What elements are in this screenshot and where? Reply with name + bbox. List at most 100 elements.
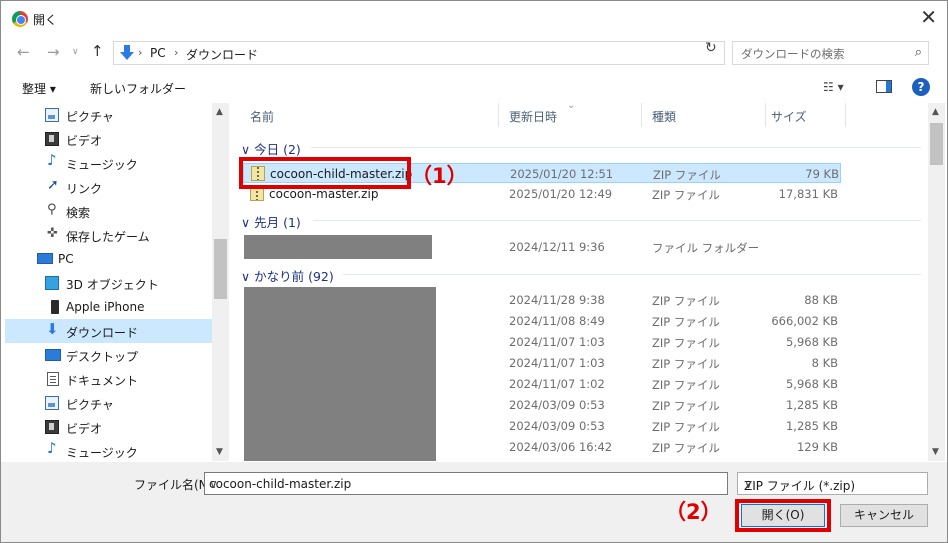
file-type: ZIP ファイル — [652, 294, 720, 308]
sidebar-item-videos[interactable]: ビデオ — [5, 415, 212, 439]
sidebar-item-searches[interactable]: ⚲ 検索 — [5, 199, 212, 223]
breadcrumb-downloads[interactable]: ダウンロード — [186, 46, 258, 63]
file-size: 1,285 KB — [785, 398, 838, 412]
sidebar-item-music[interactable]: ♪ ミュージック — [5, 439, 212, 461]
scroll-down-icon[interactable]: ▼ — [216, 447, 223, 457]
file-size: 79 KB — [805, 167, 839, 181]
sidebar-item-pc[interactable]: PC — [5, 247, 212, 271]
sidebar-item-music[interactable]: ♪ ミュージック — [5, 151, 212, 175]
sidebar-item-label: PC — [58, 252, 74, 266]
command-bar: 整理 ▾ 新しいフォルダー ☷ ▾ ? — [1, 71, 947, 103]
pictures-icon — [45, 108, 59, 122]
sidebar-item-pictures[interactable]: ピクチャ — [5, 391, 212, 415]
file-type: ZIP ファイル — [652, 378, 720, 392]
table-row[interactable]: 2024/12/11 9:36 ファイル フォルダー — [243, 237, 841, 257]
sidebar-item-links[interactable]: ➚ リンク — [5, 175, 212, 199]
file-date: 2024/12/11 9:36 — [509, 240, 605, 254]
file-type: ZIP ファイル — [652, 188, 720, 202]
sidebar-item-videos[interactable]: ビデオ — [5, 127, 212, 151]
file-date: 2025/01/20 12:49 — [509, 187, 613, 201]
cancel-button[interactable]: キャンセル — [840, 504, 928, 527]
scroll-up-icon[interactable]: ▲ — [216, 107, 223, 117]
table-row[interactable]: 2024/03/09 0:53 ZIP ファイル 1,285 KB — [243, 395, 841, 415]
navigation-scrollbar[interactable]: ▲ ▼ — [212, 103, 229, 461]
filetype-select[interactable]: ZIP ファイル (*.zip) ∨ — [737, 472, 928, 495]
new-folder-button[interactable]: 新しいフォルダー — [90, 80, 186, 97]
organize-menu[interactable]: 整理 ▾ — [22, 80, 56, 97]
link-icon: ➚ — [47, 177, 59, 193]
up-icon[interactable]: ↑ — [91, 42, 104, 60]
group-header-last-month[interactable]: ∨ 先月 (1) — [241, 212, 301, 231]
breadcrumb-separator: › — [174, 46, 179, 59]
search-placeholder: ダウンロードの検索 — [741, 47, 845, 61]
table-row[interactable]: 2024/11/08 8:49 ZIP ファイル 666,002 KB — [243, 311, 841, 331]
file-date: 2025/01/20 12:51 — [510, 167, 614, 181]
scroll-up-icon[interactable]: ▲ — [932, 107, 939, 117]
table-row[interactable]: 2024/11/28 9:38 ZIP ファイル 88 KB — [243, 290, 841, 310]
breadcrumb-separator: › — [138, 46, 143, 59]
file-date: 2024/03/09 0:53 — [509, 398, 605, 412]
sidebar-item-label: ミュージック — [66, 158, 138, 172]
column-size[interactable]: サイズ — [771, 108, 807, 125]
file-size: 8 KB — [811, 356, 838, 370]
table-row[interactable]: 2024/11/07 1:03 ZIP ファイル 8 KB — [243, 353, 841, 373]
music-icon: ♪ — [47, 439, 57, 457]
address-bar[interactable]: › PC › ダウンロード ∨ — [113, 41, 803, 65]
sidebar-item-label: 検索 — [66, 206, 91, 220]
help-icon[interactable]: ? — [912, 78, 930, 96]
sidebar-item-downloads[interactable]: ⬇ ダウンロード — [5, 319, 212, 343]
scrollbar-thumb[interactable] — [930, 123, 943, 165]
sidebar-item-label: ビデオ — [66, 422, 103, 436]
close-icon[interactable]: ✕ — [920, 7, 937, 27]
column-type[interactable]: 種類 — [652, 108, 676, 125]
file-size: 5,968 KB — [785, 335, 838, 349]
sidebar-item-iphone[interactable]: Apple iPhone — [5, 295, 212, 319]
group-header-today[interactable]: ∨ 今日 (2) — [241, 139, 301, 158]
address-row: ← → ∨ ↑ › PC › ダウンロード ∨ ↻ ダウンロードの検索 ⌕ — [1, 37, 947, 69]
sort-indicator-icon: ⌄ — [567, 103, 576, 111]
sidebar-item-documents[interactable]: ドキュメント — [5, 367, 212, 391]
dialog-footer: ファイル名(N): cocoon-child-master.zip ∨ ZIP … — [1, 462, 947, 542]
search-input[interactable]: ダウンロードの検索 ⌕ — [732, 41, 929, 65]
sidebar-item-3d-objects[interactable]: 3D オブジェクト — [5, 271, 212, 295]
pictures-icon — [45, 396, 59, 410]
scroll-down-icon[interactable]: ▼ — [932, 447, 939, 457]
file-type: ZIP ファイル — [653, 168, 721, 182]
file-size: 88 KB — [804, 293, 838, 307]
sidebar-item-desktop[interactable]: デスクトップ — [5, 343, 212, 367]
filename-input[interactable]: cocoon-child-master.zip ∨ — [204, 472, 728, 495]
table-row[interactable]: 2024/11/07 1:02 ZIP ファイル 5,968 KB — [243, 374, 841, 394]
column-name[interactable]: 名前 — [250, 108, 274, 125]
sidebar-item-label: デスクトップ — [66, 350, 139, 364]
chevron-down-icon[interactable]: ∨ — [744, 477, 923, 491]
sidebar-item-label: ピクチャ — [66, 110, 114, 124]
column-date[interactable]: 更新日時 — [509, 108, 557, 125]
table-row[interactable]: 2024/03/06 16:42 ZIP ファイル 129 KB — [243, 437, 841, 457]
group-header-long-ago[interactable]: ∨ かなり前 (92) — [241, 266, 334, 285]
sidebar-item-pictures[interactable]: ピクチャ — [5, 103, 212, 127]
documents-icon — [47, 372, 59, 386]
preview-pane-icon[interactable] — [876, 80, 892, 93]
table-row[interactable]: 2024/11/07 1:03 ZIP ファイル 5,968 KB — [243, 332, 841, 352]
forward-icon[interactable]: → — [47, 43, 60, 61]
open-button[interactable]: 開く(O) — [741, 504, 825, 527]
scrollbar-thumb[interactable] — [214, 239, 227, 299]
sidebar-item-label: Apple iPhone — [66, 300, 145, 314]
file-size: 1,285 KB — [785, 419, 838, 433]
refresh-icon[interactable]: ↻ — [705, 40, 717, 56]
file-type: ZIP ファイル — [652, 441, 720, 455]
back-icon[interactable]: ← — [17, 43, 30, 61]
view-options-icon[interactable]: ☷ ▾ — [823, 80, 844, 94]
file-list-scrollbar[interactable]: ▲ ▼ — [928, 103, 945, 461]
file-size: 5,968 KB — [785, 377, 838, 391]
callout-step1: （1） — [411, 164, 468, 188]
file-list: 名前 ⌄ 更新日時 種類 サイズ ∨ 今日 (2) cocoon-child-m… — [231, 103, 927, 461]
column-header: 名前 ⌄ 更新日時 種類 サイズ — [231, 103, 927, 129]
file-date: 2024/11/07 1:03 — [509, 356, 605, 370]
search-icon: ⌕ — [914, 45, 922, 60]
table-row[interactable]: 2024/03/09 0:53 ZIP ファイル 1,285 KB — [243, 416, 841, 436]
chevron-down-icon[interactable]: ∨ — [209, 477, 723, 491]
breadcrumb-pc[interactable]: PC — [150, 46, 166, 60]
file-size: 17,831 KB — [778, 187, 838, 201]
sidebar-item-saved-games[interactable]: ✜ 保存したゲーム — [5, 223, 212, 247]
